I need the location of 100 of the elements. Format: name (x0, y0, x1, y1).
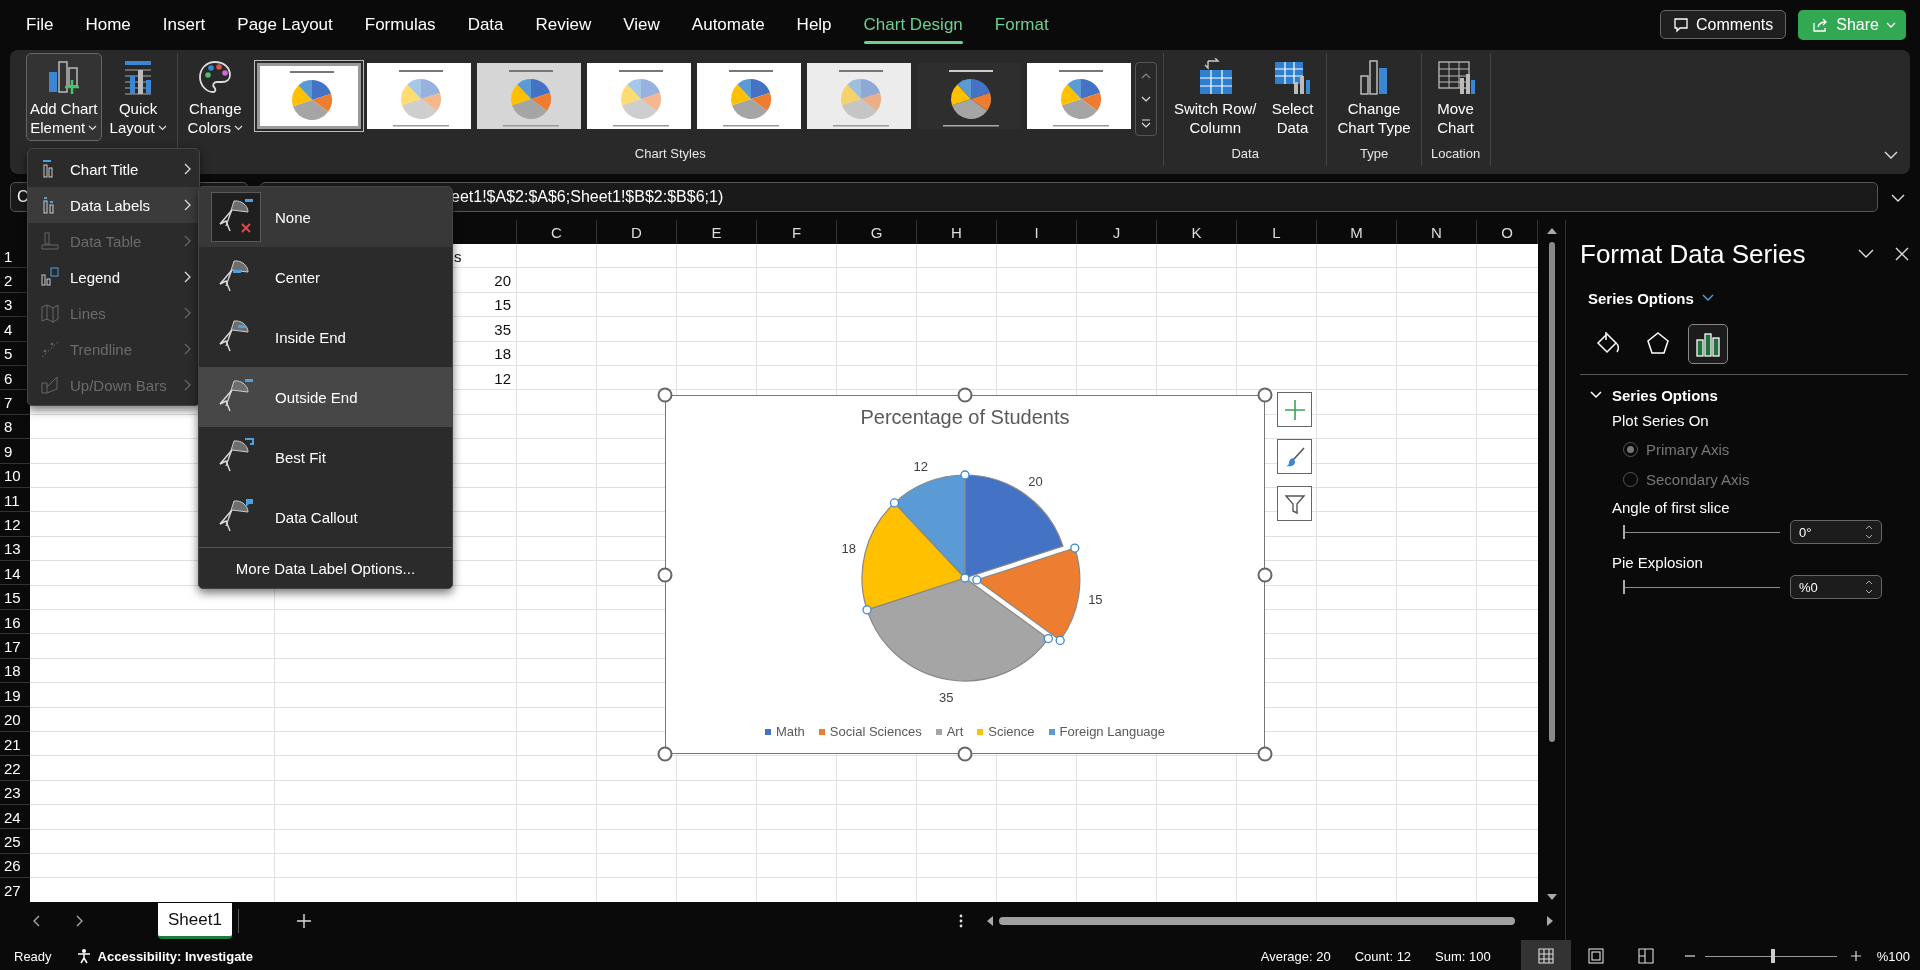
section-header[interactable]: Series Options (1590, 384, 1718, 406)
row-header[interactable]: 14 (0, 561, 30, 586)
lines-icon (40, 303, 60, 323)
chevron-right-icon (75, 915, 83, 927)
legend-label: Science (988, 724, 1035, 739)
menu-item[interactable]: Data Callout (199, 487, 452, 547)
selection-handle[interactable] (889, 498, 900, 508)
row-header[interactable]: 26 (0, 853, 30, 879)
ribbon-tab[interactable]: File (14, 0, 66, 50)
zoom-level[interactable]: %100 (1876, 948, 1910, 964)
menu-item[interactable]: Chart Title (28, 151, 199, 187)
chart-style-thumbnail[interactable] (476, 63, 581, 129)
row-header[interactable]: 24 (0, 805, 30, 830)
row-header[interactable]: 21 (0, 731, 30, 757)
switch-row-column-button[interactable]: Switch Row/ Column (1169, 53, 1261, 141)
accessibility-button[interactable]: Accessibility: Investigate (75, 948, 253, 964)
selection-handle[interactable] (1070, 543, 1080, 553)
chart-style-thumbnail[interactable] (256, 63, 361, 129)
menu-item[interactable]: Center (199, 247, 452, 307)
ribbon-tab[interactable]: Page Layout (225, 0, 345, 50)
change-chart-type-button[interactable]: Change Chart Type (1333, 53, 1415, 141)
chart-style-thumbnail[interactable] (916, 63, 1021, 129)
row-header[interactable]: 7 (0, 390, 30, 415)
ribbon-tab[interactable]: View (611, 0, 672, 50)
chart-filters-button[interactable] (1277, 486, 1312, 521)
slider[interactable] (1623, 580, 1780, 594)
chart-styles-button[interactable] (1277, 439, 1312, 474)
ribbon-tab[interactable]: Home (73, 0, 143, 50)
chart-area[interactable]: Percentage of Students 20 15 35 18 12 Math Social Sciences Art Science Foreign Language (665, 395, 1265, 754)
row-header[interactable]: 13 (0, 536, 30, 562)
spin-field[interactable]: %0 (1790, 575, 1882, 599)
row-header[interactable]: 1 (0, 244, 30, 269)
normal-view-button[interactable] (1520, 940, 1571, 970)
row-header[interactable]: 2 (0, 268, 30, 293)
row-header[interactable]: 27 (0, 878, 30, 902)
select-data-button[interactable]: Select Data (1264, 53, 1321, 141)
menu-item[interactable]: Inside End (199, 307, 452, 367)
chevron-left-icon (33, 915, 41, 927)
chevron-down-icon (1886, 21, 1896, 29)
row-header[interactable]: 12 (0, 512, 30, 537)
add-chart-element-button[interactable]: Add Chart Element (26, 53, 102, 141)
menu-item[interactable]: Data Labels (28, 187, 199, 223)
series-options-dropdown[interactable]: Series Options (1588, 286, 1714, 310)
row-header[interactable]: 10 (0, 463, 30, 488)
ribbon-tab[interactable]: Data (455, 0, 516, 50)
comments-button[interactable]: Comments (1659, 10, 1787, 39)
row-header[interactable]: 20 (0, 707, 30, 732)
status-stat[interactable]: Count: 12 (1354, 948, 1412, 964)
pie-slice[interactable] (866, 577, 1049, 682)
menu-item[interactable]: None (199, 187, 452, 247)
pie-slice[interactable] (964, 474, 1064, 579)
change-colors-button[interactable]: Change Colors (183, 53, 247, 141)
row-header[interactable]: 9 (0, 439, 30, 464)
series-options-tab[interactable] (1688, 324, 1728, 364)
spin-arrows-icon[interactable] (1865, 580, 1873, 594)
chart-style-thumbnail[interactable] (366, 63, 471, 129)
menu-item[interactable]: Outside End (199, 367, 452, 427)
selection-handle[interactable] (1043, 633, 1053, 644)
move-chart-button[interactable]: Move Chart (1427, 53, 1484, 141)
selection-handle[interactable] (960, 470, 970, 480)
selection-handle[interactable] (862, 605, 872, 615)
chart-style-thumbnail[interactable] (806, 63, 911, 129)
menu-item[interactable]: Best Fit (199, 427, 452, 487)
ribbon-tab[interactable]: Formulas (352, 0, 448, 50)
quick-layout-button[interactable]: Quick Layout (105, 53, 171, 141)
row-header[interactable]: 16 (0, 609, 30, 635)
spin-field[interactable]: 0° (1790, 520, 1882, 544)
formula-field[interactable]: eet1!$A$2:$A$6;Sheet1!$B$2:$B$6;1) (260, 182, 1878, 212)
row-header[interactable]: 19 (0, 683, 30, 708)
close-icon (1895, 247, 1909, 261)
ribbon-tab[interactable]: Insert (150, 0, 218, 50)
row-header[interactable]: 4 (0, 317, 30, 342)
row-header[interactable]: 8 (0, 414, 30, 440)
ribbon-tab[interactable]: Format (982, 0, 1061, 50)
status-stat[interactable]: Sum: 100 (1435, 948, 1491, 964)
more-options-link[interactable]: More Data Label Options... (235, 548, 416, 588)
group-label: Type (1359, 146, 1389, 161)
chart-elements-button[interactable] (1277, 392, 1312, 427)
row-header[interactable]: 22 (0, 756, 30, 781)
status-stat[interactable]: Average: 20 (1260, 948, 1331, 964)
ribbon-tab[interactable]: Review (523, 0, 604, 50)
chart-style-thumbnail[interactable] (1026, 63, 1131, 129)
row-header[interactable]: 11 (0, 487, 30, 513)
ribbon-tab[interactable]: Chart Design (851, 0, 975, 50)
row-header[interactable]: 17 (0, 634, 30, 659)
ribbon-tab[interactable]: Help (784, 0, 844, 50)
zoom-slider[interactable] (1704, 949, 1837, 963)
slider[interactable] (1623, 525, 1780, 539)
row-header[interactable]: 23 (0, 780, 30, 805)
spin-arrows-icon[interactable] (1865, 525, 1873, 539)
row-header[interactable]: 25 (0, 829, 30, 854)
chart-style-thumbnail[interactable] (696, 63, 801, 129)
selection-handle[interactable] (1055, 635, 1065, 646)
ribbon-tab[interactable]: Automate (679, 0, 777, 50)
row-header[interactable]: 18 (0, 658, 30, 684)
more-icon[interactable] (958, 914, 963, 928)
sheet-tab[interactable]: Sheet1 (158, 903, 232, 939)
row-header[interactable]: 15 (0, 585, 30, 610)
chart-style-thumbnail[interactable] (586, 63, 691, 129)
menu-item[interactable]: Legend (28, 259, 199, 295)
